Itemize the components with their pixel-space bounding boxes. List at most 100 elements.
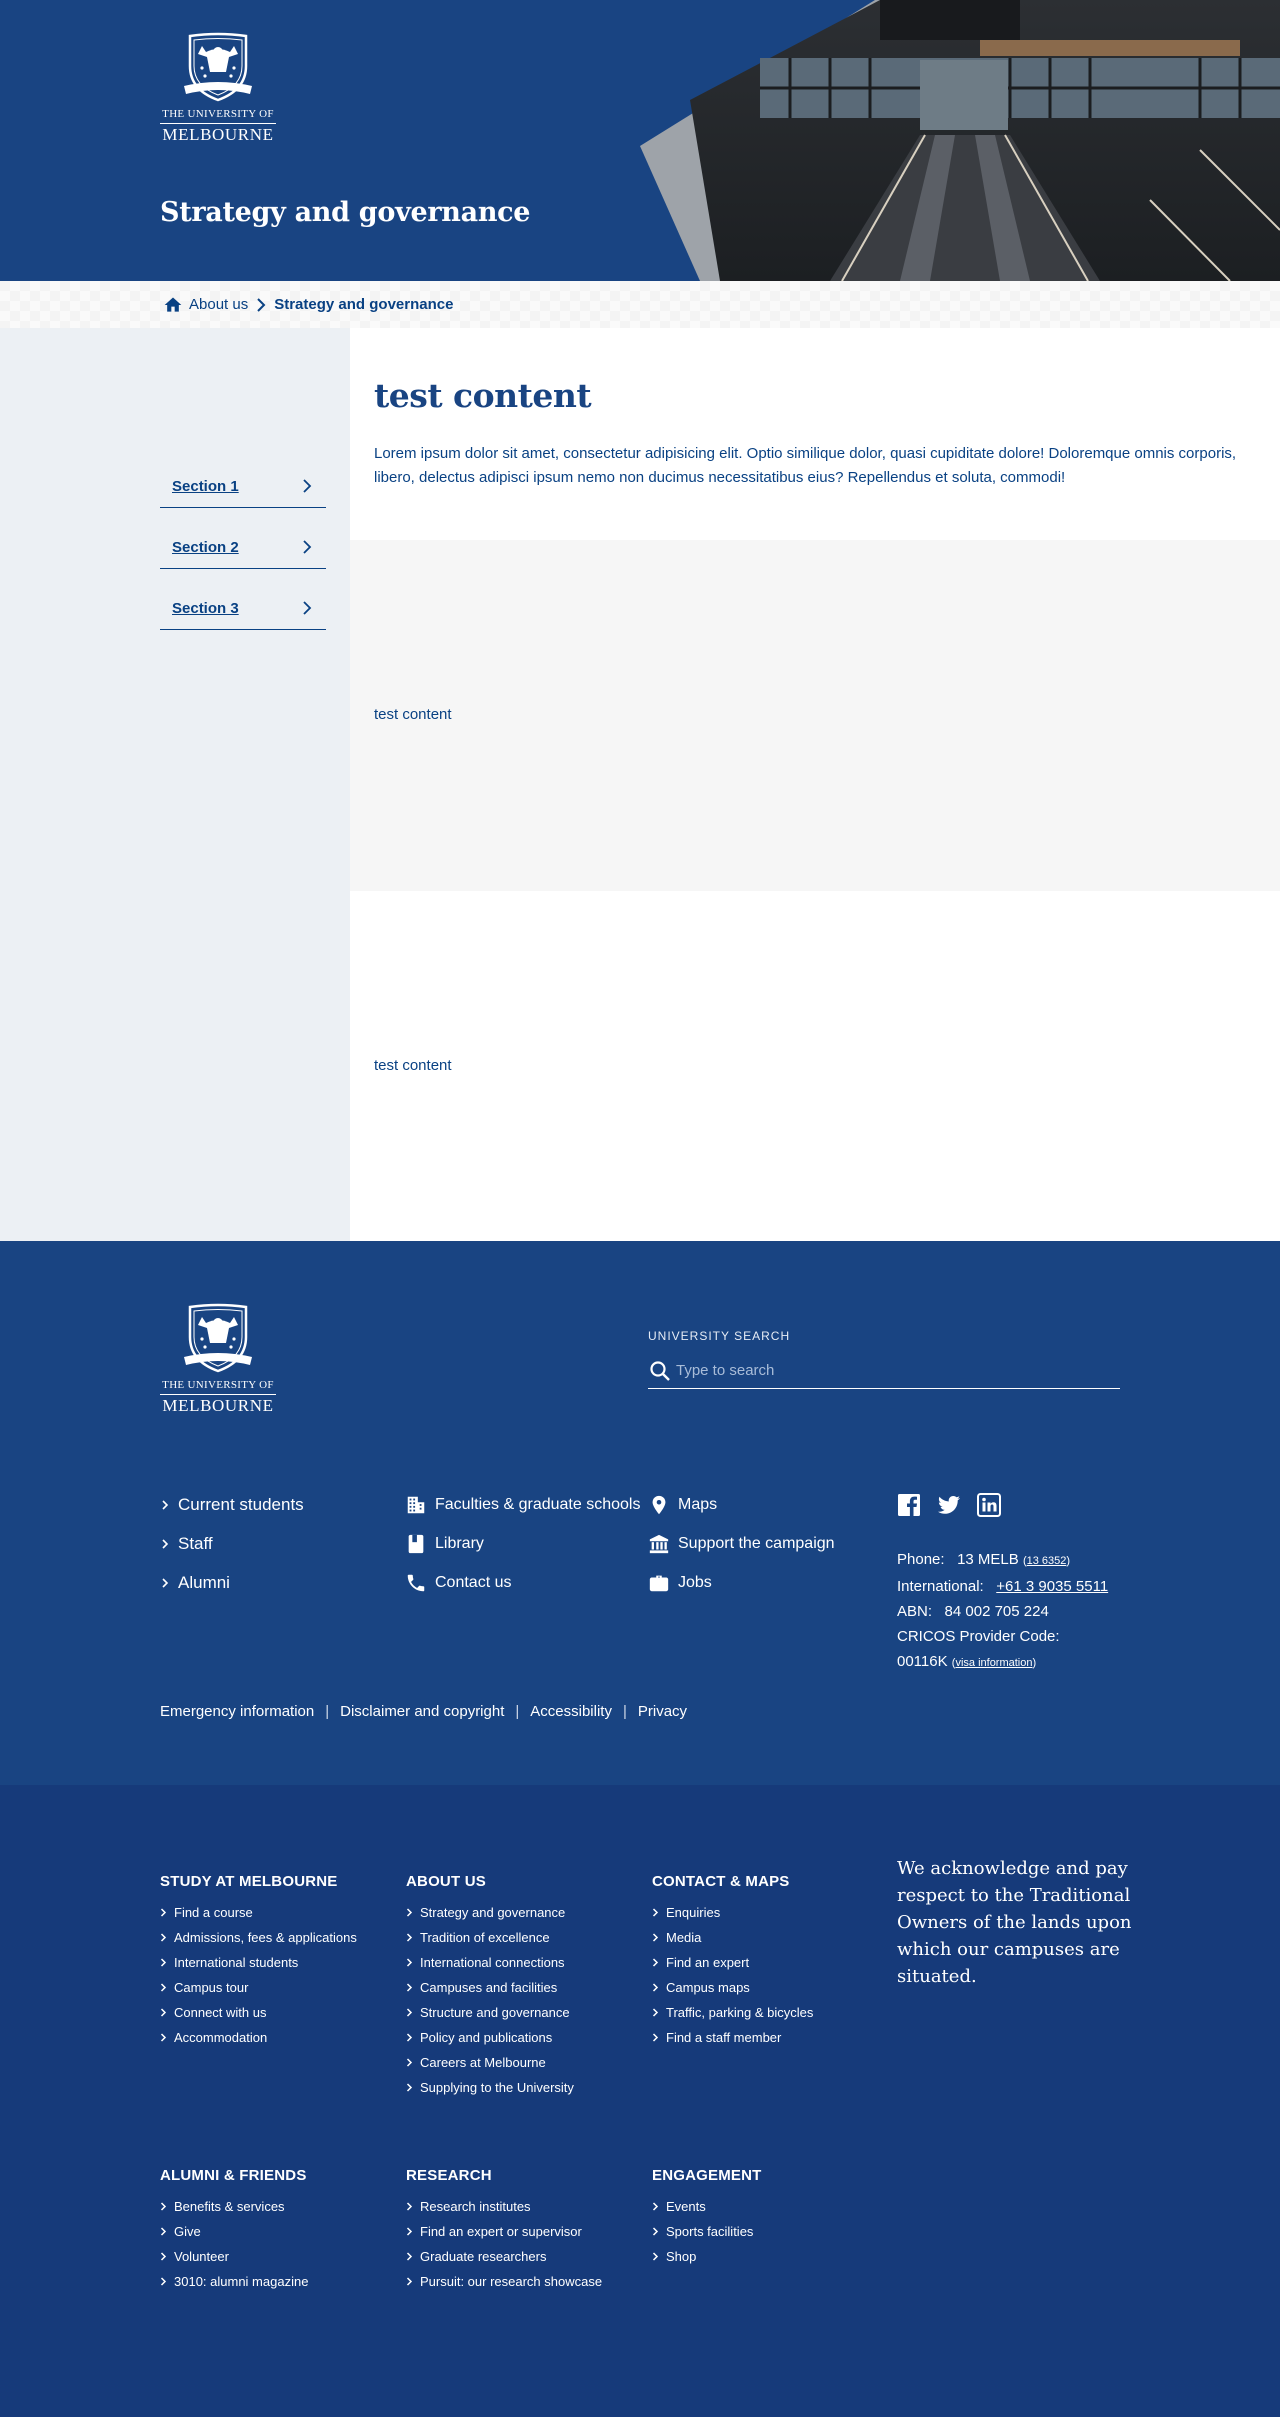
sitemap-link[interactable]: Connect with us xyxy=(160,2000,400,2025)
chevron-right-icon xyxy=(406,1933,413,1942)
chevron-right-icon xyxy=(257,297,266,312)
chevron-right-icon xyxy=(406,2083,413,2092)
sitemap-heading: Study at Melbourne xyxy=(160,1873,338,1890)
sitemap-link[interactable]: Campus maps xyxy=(652,1975,892,2000)
chevron-right-icon xyxy=(160,2033,167,2042)
link-staff[interactable]: Staff xyxy=(160,1524,304,1563)
sitemap-link-label: International students xyxy=(174,1955,299,1970)
chevron-right-icon xyxy=(652,2033,659,2042)
sitemap-heading: Contact & Maps xyxy=(652,1873,790,1890)
crest-icon xyxy=(184,32,252,102)
link-label: Alumni xyxy=(178,1572,230,1592)
sitemap-link[interactable]: International students xyxy=(160,1950,400,1975)
chevron-right-icon xyxy=(652,2008,659,2017)
search-label: University search xyxy=(648,1329,791,1343)
sitemap-link[interactable]: Find an expert or supervisor xyxy=(406,2219,646,2244)
chevron-right-icon xyxy=(406,2058,413,2067)
linkedin-icon[interactable] xyxy=(977,1493,1001,1517)
sitemap-link[interactable]: Give xyxy=(160,2219,400,2244)
facebook-icon[interactable] xyxy=(897,1493,921,1517)
sitemap-link[interactable]: International connections xyxy=(406,1950,646,1975)
sitemap-heading: Research xyxy=(406,2167,492,2184)
chevron-right-icon xyxy=(303,540,312,554)
footer-university-logo[interactable]: The University of MELBOURNE xyxy=(160,1303,276,1421)
sitemap-link[interactable]: Sports facilities xyxy=(652,2219,892,2244)
twitter-icon[interactable] xyxy=(937,1493,961,1517)
sitemap-link[interactable]: Enquiries xyxy=(652,1900,892,1925)
sidebar-item-section-2[interactable]: Section 2 xyxy=(160,509,326,569)
sitemap-link[interactable]: Media xyxy=(652,1925,892,1950)
chevron-right-icon xyxy=(406,1958,413,1967)
search-input[interactable] xyxy=(676,1362,1076,1379)
home-icon[interactable] xyxy=(163,295,183,315)
sidebar-item-section-3[interactable]: Section 3 xyxy=(160,570,326,630)
chevron-right-icon xyxy=(406,2227,413,2236)
social-links xyxy=(897,1493,1001,1517)
sitemap-col-research: Research Research institutes Find an exper… xyxy=(406,2167,646,2294)
footer-main: The University of MELBOURNE University s… xyxy=(0,1241,1280,1785)
content-paragraph: Lorem ipsum dolor sit amet, consectetur … xyxy=(374,445,1237,486)
sitemap-link[interactable]: Admissions, fees & applications xyxy=(160,1925,400,1950)
sitemap-link[interactable]: Shop xyxy=(652,2244,892,2269)
sidebar-item-label: Section 1 xyxy=(172,478,239,495)
sitemap-link[interactable]: Careers at Melbourne xyxy=(406,2050,646,2075)
intl-phone-link[interactable]: +61 3 9035 5511 xyxy=(996,1578,1108,1595)
sitemap-link[interactable]: Strategy and governance xyxy=(406,1900,646,1925)
chevron-right-icon xyxy=(652,1908,659,1917)
acknowledgement-text: We acknowledge and pay respect to the Tr… xyxy=(897,1858,1132,1987)
sitemap-link[interactable]: Tradition of excellence xyxy=(406,1925,646,1950)
sitemap-link[interactable]: Campus tour xyxy=(160,1975,400,2000)
link-current-students[interactable]: Current students xyxy=(160,1485,304,1524)
link-label: Faculties & graduate schools xyxy=(435,1495,641,1513)
breadcrumb-about-us[interactable]: About us xyxy=(189,296,248,313)
sitemap-link[interactable]: Supplying to the University xyxy=(406,2075,646,2100)
link-privacy[interactable]: Privacy xyxy=(638,1703,687,1720)
intl-label: International: xyxy=(897,1578,984,1595)
link-faculties[interactable]: Faculties & graduate schools xyxy=(405,1485,640,1524)
sitemap-link[interactable]: Accommodation xyxy=(160,2025,400,2050)
university-logo[interactable]: The University of MELBOURNE xyxy=(160,32,276,150)
chevron-right-icon xyxy=(160,1983,167,1992)
abn-label: ABN: xyxy=(897,1603,933,1620)
sitemap-link[interactable]: Research institutes xyxy=(406,2194,646,2219)
sitemap-col-study: Study at Melbourne Find a course Admission… xyxy=(160,1873,400,2050)
link-maps[interactable]: Maps xyxy=(648,1485,835,1524)
sitemap-link[interactable]: 3010: alumni magazine xyxy=(160,2269,400,2294)
visa-info-link[interactable]: visa information xyxy=(955,1657,1032,1669)
sitemap-link[interactable]: Structure and governance xyxy=(406,2000,646,2025)
chevron-right-icon xyxy=(652,1933,659,1942)
link-support-campaign[interactable]: Support the campaign xyxy=(648,1524,835,1563)
sitemap-link[interactable]: Graduate researchers xyxy=(406,2244,646,2269)
sitemap-link[interactable]: Policy and publications xyxy=(406,2025,646,2050)
sitemap-link[interactable]: Find a staff member xyxy=(652,2025,892,2050)
content-section-1: test content Lorem ipsum dolor sit amet,… xyxy=(350,328,1280,540)
chevron-right-icon xyxy=(160,2008,167,2017)
sitemap-link-label: Structure and governance xyxy=(420,2005,570,2020)
link-library[interactable]: Library xyxy=(405,1524,640,1563)
sitemap-link-label: Campus maps xyxy=(666,1980,750,1995)
link-emergency[interactable]: Emergency information xyxy=(160,1703,314,1720)
sitemap-link[interactable]: Volunteer xyxy=(160,2244,400,2269)
sitemap-link[interactable]: Campuses and facilities xyxy=(406,1975,646,2000)
sitemap-link[interactable]: Pursuit: our research showcase xyxy=(406,2269,646,2294)
link-alumni[interactable]: Alumni xyxy=(160,1563,304,1602)
link-disclaimer[interactable]: Disclaimer and copyright xyxy=(340,1703,504,1720)
chevron-right-icon xyxy=(160,1933,167,1942)
sitemap-link-label: 3010: alumni magazine xyxy=(174,2274,309,2289)
link-contact-us[interactable]: Contact us xyxy=(405,1563,640,1602)
chevron-right-icon xyxy=(652,2202,659,2211)
phone-alt-link[interactable]: 13 6352 xyxy=(1027,1555,1067,1567)
link-accessibility[interactable]: Accessibility xyxy=(530,1703,612,1720)
link-jobs[interactable]: Jobs xyxy=(648,1563,835,1602)
sitemap-link[interactable]: Find a course xyxy=(160,1900,400,1925)
sitemap-link[interactable]: Find an expert xyxy=(652,1950,892,1975)
sitemap-link[interactable]: Traffic, parking & bicycles xyxy=(652,2000,892,2025)
search-icon[interactable] xyxy=(648,1359,672,1383)
sitemap-link[interactable]: Events xyxy=(652,2194,892,2219)
chevron-right-icon xyxy=(406,2008,413,2017)
sidebar-item-section-1[interactable]: Section 1 xyxy=(160,448,326,508)
sitemap-link[interactable]: Benefits & services xyxy=(160,2194,400,2219)
sitemap-link-label: Find an expert xyxy=(666,1955,750,1970)
sitemap-link-label: Give xyxy=(174,2224,201,2239)
chevron-right-icon xyxy=(160,2252,167,2261)
